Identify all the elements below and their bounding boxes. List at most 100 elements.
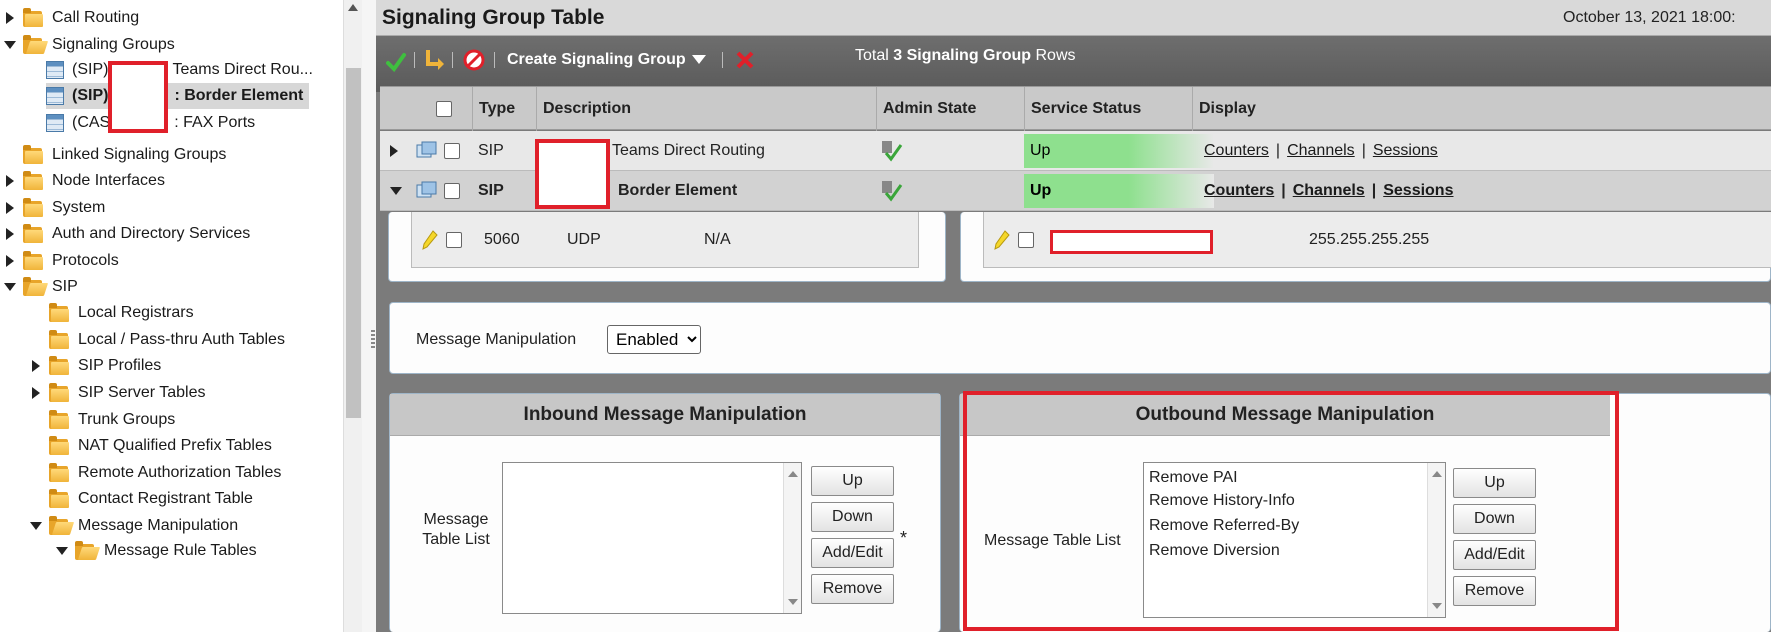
tree-scrollbar[interactable] [343, 0, 362, 632]
tree-item-linked-signaling-groups[interactable]: Linked Signaling Groups [22, 142, 226, 168]
folder-icon [22, 8, 44, 28]
inbound-down-button[interactable]: Down [811, 502, 894, 532]
expand-row-icon[interactable] [390, 131, 398, 171]
message-manipulation-select[interactable]: Enabled [607, 325, 701, 354]
scroll-down-arrow-icon[interactable] [788, 599, 798, 605]
select-all-checkbox[interactable] [436, 101, 452, 117]
collapse-arrow-icon[interactable] [4, 38, 16, 52]
folder-icon [22, 171, 44, 191]
folder-icon [48, 489, 70, 509]
tree-item-sg-teams[interactable]: (SIP) Teams Direct Rou... [46, 57, 313, 83]
tree-item-label: Local Registrars [78, 304, 194, 321]
col-header-type[interactable]: Type [472, 87, 536, 131]
expand-arrow-icon[interactable] [4, 227, 16, 241]
collapse-arrow-icon[interactable] [56, 544, 68, 558]
tree-item-sg-border-element[interactable]: (SIP) : Border Element [46, 83, 310, 109]
create-signaling-group-button[interactable]: Create Signaling Group [507, 48, 686, 72]
tree-item-sip-server-tables[interactable]: SIP Server Tables [30, 380, 205, 406]
edit-pencil-icon[interactable] [422, 230, 438, 255]
collapse-arrow-icon[interactable] [30, 519, 42, 533]
ip-row-checkbox[interactable] [1018, 232, 1034, 248]
counters-link[interactable]: Counters [1204, 182, 1274, 200]
apply-checkmark-icon[interactable] [386, 50, 406, 74]
row-checkbox[interactable] [444, 131, 460, 171]
tree-item-label: Call Routing [52, 9, 140, 26]
row-type-icon [416, 131, 438, 171]
expand-arrow-icon[interactable] [4, 201, 16, 215]
inbound-add-edit-button[interactable]: Add/Edit [811, 538, 894, 568]
folder-icon [22, 198, 44, 218]
inbound-remove-button[interactable]: Remove [811, 574, 894, 604]
tree-item-label: SIP [52, 278, 78, 295]
listen-port-row[interactable]: 5060 UDP N/A [411, 212, 919, 268]
col-header-display[interactable]: Display [1192, 87, 1564, 131]
folder-open-icon [48, 516, 75, 536]
total-rows-text: Total 3 Signaling Group Rows [855, 47, 1076, 65]
inbound-message-table-list[interactable] [502, 462, 802, 614]
col-header-admin-state[interactable]: Admin State [876, 87, 1024, 131]
import-icon[interactable] [424, 48, 446, 72]
admin-state-enabled-icon [880, 171, 904, 211]
channels-link[interactable]: Channels [1287, 142, 1355, 160]
main-panel: Signaling Group Table October 13, 2021 1… [376, 0, 1771, 632]
dropdown-arrow-icon[interactable] [692, 48, 706, 72]
row-checkbox[interactable] [444, 171, 460, 211]
inbound-up-button[interactable]: Up [811, 466, 894, 496]
total-suffix: Rows [1035, 47, 1076, 64]
toolbar-separator [452, 52, 453, 68]
collapse-row-icon[interactable] [390, 171, 402, 211]
list-scrollbar[interactable] [783, 463, 801, 613]
listen-ports-panel: 5060 UDP N/A [388, 212, 946, 282]
expand-arrow-icon[interactable] [4, 11, 16, 25]
tree-item-sip[interactable]: SIP [4, 274, 78, 300]
sessions-link[interactable]: Sessions [1383, 182, 1453, 200]
tree-item-message-rule-tables[interactable]: Message Rule Tables [56, 538, 257, 564]
disable-icon[interactable] [462, 48, 486, 72]
counters-link[interactable]: Counters [1204, 142, 1269, 160]
tree-item-sip-profiles[interactable]: SIP Profiles [30, 353, 161, 379]
tree-item-call-routing[interactable]: Call Routing [4, 5, 139, 31]
folder-icon [22, 251, 44, 271]
service-status-badge: Up [1024, 174, 1214, 208]
tree-item-nat-prefix[interactable]: NAT Qualified Prefix Tables [48, 433, 272, 459]
tree-item-node-interfaces[interactable]: Node Interfaces [4, 168, 165, 194]
service-status-text: Up [1030, 142, 1051, 159]
federated-ip-row[interactable]: 255.255.255.255 [983, 212, 1771, 268]
edit-pencil-icon[interactable] [994, 230, 1010, 255]
expand-arrow-icon[interactable] [4, 174, 16, 188]
tree-item-pass-thru-auth[interactable]: Local / Pass-thru Auth Tables [48, 327, 285, 353]
delete-x-icon[interactable] [736, 48, 754, 72]
tree-item-contact-registrant[interactable]: Contact Registrant Table [48, 486, 253, 512]
tree-item-remote-auth[interactable]: Remote Authorization Tables [48, 460, 281, 486]
collapse-arrow-icon[interactable] [4, 280, 16, 294]
table-icon [46, 114, 64, 132]
inbound-title: Inbound Message Manipulation [390, 394, 940, 436]
tree-item-protocols[interactable]: Protocols [4, 248, 119, 274]
col-header-description[interactable]: Description [536, 87, 876, 131]
expand-arrow-icon[interactable] [30, 386, 42, 400]
tree-item-message-manipulation[interactable]: Message Manipulation [30, 513, 238, 539]
expand-arrow-icon[interactable] [4, 254, 16, 268]
port-value: 5060 [484, 231, 520, 248]
protocol-value: UDP [567, 231, 601, 248]
tree-item-auth-directory[interactable]: Auth and Directory Services [4, 221, 250, 247]
tree-item-label: Protocols [52, 252, 119, 269]
channels-link[interactable]: Channels [1293, 182, 1365, 200]
tree-item-signaling-groups[interactable]: Signaling Groups [4, 32, 175, 58]
scroll-up-arrow-icon[interactable] [788, 471, 798, 477]
col-header-service-status[interactable]: Service Status [1024, 87, 1192, 131]
sessions-link[interactable]: Sessions [1373, 142, 1438, 160]
scrollbar-thumb[interactable] [346, 68, 361, 418]
tree-item-system[interactable]: System [4, 195, 105, 221]
redaction-box [108, 61, 168, 133]
tree-item-label: System [52, 199, 106, 216]
folder-open-icon [22, 277, 49, 297]
tree-item-trunk-groups[interactable]: Trunk Groups [48, 407, 175, 433]
tree-item-local-registrars[interactable]: Local Registrars [48, 300, 194, 326]
folder-icon [48, 356, 70, 376]
expand-arrow-icon[interactable] [30, 359, 42, 373]
splitter-grip-icon[interactable] [371, 330, 375, 350]
scroll-up-arrow-icon[interactable] [348, 4, 358, 11]
total-prefix: Total [855, 47, 889, 64]
port-row-checkbox[interactable] [446, 232, 462, 248]
